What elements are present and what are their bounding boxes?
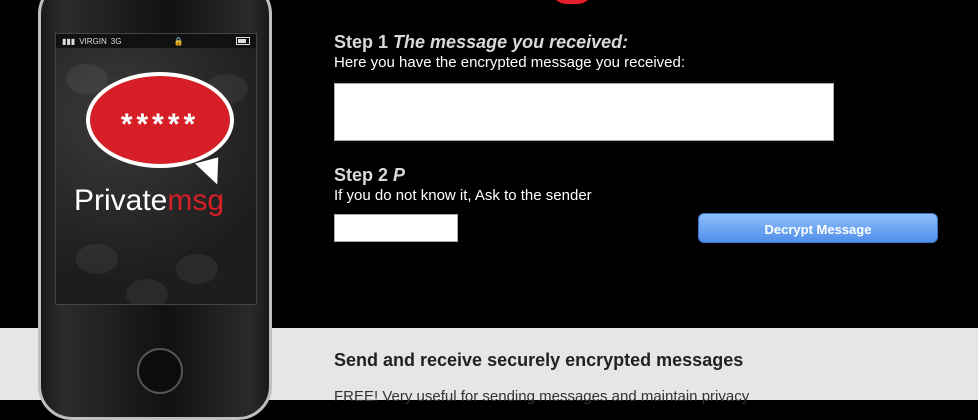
- step2-heading: Step 2 P: [334, 165, 405, 186]
- logo-stars: *****: [120, 108, 200, 141]
- network-label: 3G: [110, 36, 122, 46]
- step1-heading: Step 1 The message you received:: [334, 32, 628, 53]
- battery-icon: [235, 37, 250, 45]
- lock-icon: 🔒: [173, 36, 184, 46]
- step1-label: Step 1: [334, 32, 389, 52]
- bg-bubble-icon: [126, 279, 168, 304]
- step1-title: The message you received:: [393, 32, 629, 52]
- step2-title: P: [393, 165, 406, 185]
- password-input[interactable]: [334, 214, 458, 242]
- status-bar: ▮▮▮ VIRGIN 3G 🔒: [56, 34, 256, 48]
- phone-mockup: ▮▮▮ VIRGIN 3G 🔒 ***** Privatemsg: [38, 0, 272, 420]
- encrypted-message-input[interactable]: [334, 83, 834, 141]
- logo-word-msg: msg: [167, 184, 225, 217]
- promo-description: FREE! Very useful for sending messages a…: [334, 388, 750, 405]
- signal-icon: ▮▮▮: [62, 36, 76, 46]
- step2-description: If you do not know it, Ask to the sender: [334, 187, 592, 204]
- phone-screen: ▮▮▮ VIRGIN 3G 🔒 ***** Privatemsg: [55, 33, 257, 305]
- step2-label: Step 2: [334, 165, 389, 185]
- bg-bubble-icon: [76, 244, 118, 274]
- carrier-label: VIRGIN: [79, 36, 107, 46]
- home-button-icon: [137, 348, 183, 394]
- decrypt-message-button[interactable]: Decrypt Message: [698, 213, 938, 243]
- app-logo-text: Privatemsg: [74, 184, 224, 218]
- bg-bubble-icon: [176, 254, 218, 284]
- logo-word-private: Private: [74, 184, 168, 217]
- promo-title: Send and receive securely encrypted mess…: [334, 350, 744, 370]
- step1-description: Here you have the encrypted message you …: [334, 54, 686, 71]
- speech-bubble-logo-icon: *****: [86, 72, 234, 168]
